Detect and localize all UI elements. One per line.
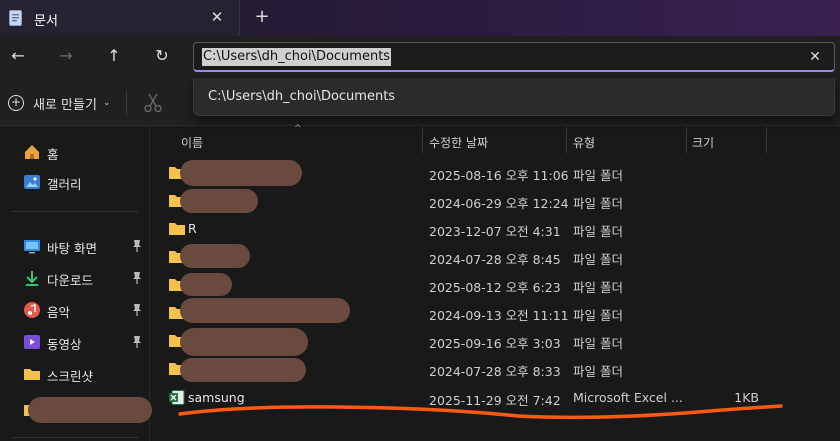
address-suggestion-dropdown: C:\Users\dh_choi\Documents (193, 78, 835, 116)
column-header-type[interactable]: 유형 (567, 127, 686, 153)
sidebar-item-label: 동영상 (47, 337, 82, 352)
file-type: 파일 폴더 (573, 364, 623, 379)
redaction-mark (180, 298, 350, 323)
table-row[interactable]: 2024-09-13 오전 11:11 파일 폴더 (160, 298, 825, 326)
sidebar-item-home[interactable]: 홈 (0, 139, 148, 165)
redaction-mark (180, 328, 308, 356)
plus-circle-icon: + (8, 95, 24, 111)
tab-title: 문서 (34, 14, 58, 29)
tab-bar: 문서 ✕ + (0, 0, 840, 36)
sidebar-item-videos[interactable]: 동영상 (0, 329, 148, 355)
redaction-mark (180, 160, 302, 186)
tab-close-icon[interactable]: ✕ (207, 7, 227, 27)
table-row[interactable]: 2024-07-28 오후 8:45 파일 폴더 (160, 242, 825, 270)
gallery-icon (24, 175, 40, 189)
file-date: 2025-08-12 오후 6:23 (429, 280, 561, 295)
clear-icon[interactable]: ✕ (806, 47, 824, 67)
file-type: 파일 폴더 (573, 252, 623, 267)
table-row[interactable]: 2025-09-16 오후 3:03 파일 폴더 (160, 326, 825, 356)
navigation-pane: 홈 갤러리 바탕 화면 다운로드 음악 동영상 스크린샷 (0, 127, 152, 441)
file-type: 파일 폴더 (573, 280, 623, 295)
table-row[interactable]: 2024-07-28 오후 8:33 파일 폴더 (160, 354, 825, 382)
column-header-name[interactable]: 이름 (160, 127, 422, 153)
column-header-label: 수정한 날짜 (429, 136, 489, 150)
sidebar-item-desktop[interactable]: 바탕 화면 (0, 233, 148, 259)
redaction-mark (180, 244, 250, 268)
sidebar-item-screenshots[interactable]: 스크린샷 (0, 361, 148, 387)
address-input[interactable]: C:\Users\dh_choi\Documents (202, 48, 392, 66)
file-type: 파일 폴더 (573, 336, 623, 351)
column-header-label: 이름 (181, 136, 204, 150)
redaction-mark (28, 397, 152, 423)
column-header-label: 유형 (573, 136, 596, 150)
refresh-button[interactable]: ↻ (150, 44, 174, 68)
new-tab-button[interactable]: + (252, 6, 272, 28)
column-header-label: 크기 (692, 136, 715, 150)
back-button[interactable]: ← (6, 44, 30, 68)
sidebar-item-gallery[interactable]: 갤러리 (0, 169, 148, 195)
music-icon (24, 302, 40, 318)
sidebar-divider (12, 437, 138, 438)
sidebar-item-downloads[interactable]: 다운로드 (0, 265, 148, 291)
command-separator (126, 90, 127, 116)
redaction-mark (180, 273, 232, 296)
sidebar-item-music[interactable]: 음악 (0, 297, 148, 323)
sidebar-item-label: 스크린샷 (47, 369, 94, 384)
column-separator[interactable] (766, 127, 767, 153)
download-icon (26, 271, 38, 286)
up-button[interactable]: ↑ (102, 44, 126, 68)
file-type: 파일 폴더 (573, 308, 623, 323)
file-type: 파일 폴더 (573, 168, 623, 183)
redaction-mark (180, 189, 258, 213)
chevron-down-icon: ⌄ (102, 98, 111, 108)
file-date: 2025-08-16 오후 11:06 (429, 168, 569, 183)
file-date: 2025-09-16 오후 3:03 (429, 336, 561, 351)
column-header-size[interactable]: 크기 (687, 127, 766, 153)
folder-icon (169, 223, 185, 235)
sidebar-item-label: 갤러리 (47, 177, 82, 192)
sidebar-item-label: 바탕 화면 (47, 241, 97, 256)
sidebar-item-label: 음악 (47, 305, 71, 320)
new-button-label: 새로 만들기 (33, 97, 97, 113)
address-suggestion-item[interactable]: C:\Users\dh_choi\Documents (208, 89, 395, 104)
file-date: 2024-07-28 오후 8:33 (429, 364, 561, 379)
table-row[interactable]: 2025-08-12 오후 6:23 파일 폴더 (160, 270, 825, 298)
forward-button[interactable]: → (54, 44, 78, 68)
sidebar-divider (12, 211, 138, 212)
pin-icon[interactable] (131, 239, 143, 253)
column-header-date[interactable]: 수정한 날짜 (423, 127, 566, 153)
file-type: 파일 폴더 (573, 224, 623, 239)
pin-icon[interactable] (131, 335, 143, 349)
navigation-bar: ← → ↑ ↻ C:\Users\dh_choi\Documents ✕ (0, 36, 840, 78)
sidebar-item-label: 홈 (47, 147, 59, 162)
file-date: 2023-12-07 오전 4:31 (429, 224, 561, 239)
scissors-icon[interactable] (144, 93, 162, 113)
document-icon (9, 10, 22, 26)
redaction-mark (180, 358, 306, 382)
table-row[interactable]: R 2023-12-07 오전 4:31 파일 폴더 (160, 214, 825, 242)
annotation-underline (178, 404, 783, 420)
new-button[interactable]: + 새로 만들기 ⌄ (8, 92, 110, 114)
folder-icon (24, 369, 40, 380)
tab-documents[interactable]: 문서 ✕ (0, 0, 240, 36)
file-type: 파일 폴더 (573, 196, 623, 211)
pin-icon[interactable] (131, 303, 143, 317)
file-date: 2024-06-29 오후 12:24 (429, 196, 569, 211)
pin-icon[interactable] (131, 271, 143, 285)
address-bar[interactable]: C:\Users\dh_choi\Documents ✕ (193, 42, 835, 72)
sidebar-item-label: 다운로드 (47, 273, 94, 288)
table-row[interactable]: 2025-08-16 오후 11:06 파일 폴더 (160, 158, 825, 186)
file-name: R (188, 221, 197, 236)
home-icon (25, 145, 39, 159)
file-date: 2024-07-28 오후 8:45 (429, 252, 561, 267)
sidebar-item-redacted[interactable] (0, 397, 152, 423)
table-row[interactable]: 2024-06-29 오후 12:24 파일 폴더 (160, 186, 825, 214)
video-icon (24, 335, 40, 349)
desktop-icon (24, 240, 40, 254)
file-date: 2024-09-13 오전 11:11 (429, 308, 569, 323)
